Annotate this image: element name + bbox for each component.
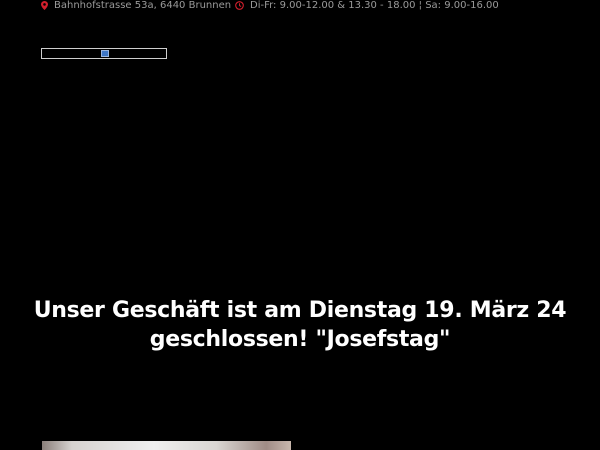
top-info-bar: Bahnhofstrasse 53a, 6440 Brunnen Di-Fr: … bbox=[0, 0, 600, 12]
store-photo bbox=[42, 441, 291, 450]
broken-image-icon bbox=[101, 50, 109, 57]
location-pin-icon bbox=[41, 0, 48, 10]
address-text: Bahnhofstrasse 53a, 6440 Brunnen bbox=[54, 0, 232, 11]
headline-line-2: geschlossen! "Josefstag" bbox=[149, 327, 451, 352]
headline-line-1: Unser Geschäft ist am Dienstag 19. März … bbox=[33, 298, 567, 323]
opening-hours-info: Di-Fr: 9.00-12.00 & 13.30 - 18.00 ¦ Sa: … bbox=[235, 0, 499, 11]
site-logo-link[interactable] bbox=[41, 48, 167, 59]
clock-icon bbox=[235, 0, 244, 10]
address-info: Bahnhofstrasse 53a, 6440 Brunnen bbox=[41, 0, 231, 11]
opening-hours-text: Di-Fr: 9.00-12.00 & 13.30 - 18.00 ¦ Sa: … bbox=[250, 0, 499, 11]
closure-announcement-heading: Unser Geschäft ist am Dienstag 19. März … bbox=[20, 296, 580, 354]
